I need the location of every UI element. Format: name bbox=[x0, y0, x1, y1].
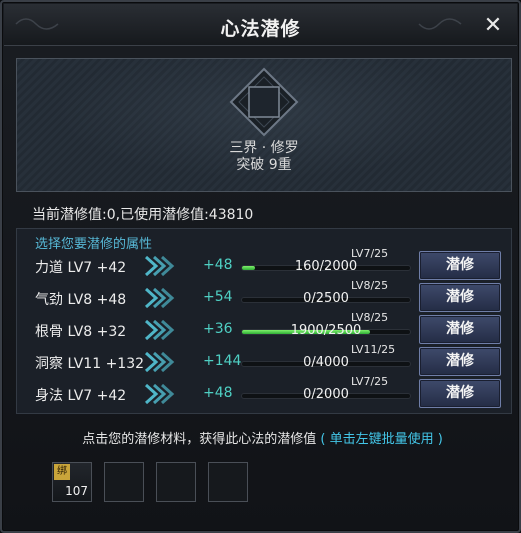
attribute-row: 根骨 LV8 +32 +36 LV8/25 1900/2500 潜修 bbox=[17, 311, 513, 345]
attribute-gain: +48 bbox=[203, 385, 233, 401]
double-chevron-icon bbox=[144, 351, 175, 373]
batch-use-hint: ( 单击左键批量使用 ) bbox=[320, 432, 443, 447]
cultivate-button[interactable]: 潜修 bbox=[419, 347, 501, 376]
empty-slot[interactable] bbox=[104, 462, 144, 502]
cultivate-button[interactable]: 潜修 bbox=[419, 251, 501, 280]
empty-slot[interactable] bbox=[208, 462, 248, 502]
double-chevron-icon bbox=[144, 383, 175, 405]
attribute-name: 洞察 LV11 +132 bbox=[35, 356, 145, 372]
ornament-icon bbox=[418, 18, 462, 30]
progress-value: 1900/2500 bbox=[290, 323, 362, 338]
attribute-row: 洞察 LV11 +132 +144 LV11/25 0/4000 潜修 bbox=[17, 343, 513, 377]
attribute-row: 气劲 LV8 +48 +54 LV8/25 0/2500 潜修 bbox=[17, 279, 513, 313]
attribute-gain: +144 bbox=[203, 353, 242, 369]
attribute-name: 根骨 LV8 +32 bbox=[35, 324, 127, 340]
attribute-gain: +36 bbox=[203, 321, 233, 337]
cultivate-button[interactable]: 潜修 bbox=[419, 315, 501, 344]
attribute-name: 力道 LV7 +42 bbox=[35, 260, 127, 276]
cultivation-window: 心法潜修 ✕ 三界 · 修罗 突破 9重 当前潜修值:0,已使用潜修值:4381… bbox=[0, 0, 521, 533]
skill-icon-frame[interactable] bbox=[229, 67, 299, 137]
attribute-row: 力道 LV7 +42 +48 LV7/25 160/2000 潜修 bbox=[17, 247, 513, 281]
empty-slot[interactable] bbox=[156, 462, 196, 502]
material-hint: 点击您的潜修材料，获得此心法的潜修值 ( 单击左键批量使用 ) bbox=[2, 428, 521, 447]
bound-badge: 绑 bbox=[54, 464, 70, 480]
cultivate-button[interactable]: 潜修 bbox=[419, 379, 501, 408]
item-count: 107 bbox=[65, 484, 88, 498]
progress-value: 0/2000 bbox=[303, 387, 349, 402]
progress-value: 160/2000 bbox=[294, 259, 358, 274]
double-chevron-icon bbox=[144, 319, 175, 341]
attribute-name: 身法 LV7 +42 bbox=[35, 388, 127, 404]
material-item[interactable]: 绑 107 bbox=[52, 462, 92, 502]
attribute-name: 气劲 LV8 +48 bbox=[35, 292, 127, 308]
cultivation-status: 当前潜修值:0,已使用潜修值:43810 bbox=[32, 207, 254, 223]
progress-value: 0/4000 bbox=[303, 355, 349, 370]
double-chevron-icon bbox=[144, 255, 175, 277]
cultivate-button[interactable]: 潜修 bbox=[419, 283, 501, 312]
double-chevron-icon bbox=[144, 287, 175, 309]
attribute-gain: +54 bbox=[203, 289, 233, 305]
skill-banner: 三界 · 修罗 突破 9重 bbox=[16, 58, 512, 192]
attribute-gain: +48 bbox=[203, 257, 233, 273]
attribute-row: 身法 LV7 +42 +48 LV7/25 0/2000 潜修 bbox=[17, 375, 513, 409]
attribute-panel: 选择您要潜修的属性 力道 LV7 +42 +48 LV7/25 160/2000… bbox=[16, 228, 512, 414]
title-bar: 心法潜修 ✕ bbox=[4, 4, 517, 46]
progress-value: 0/2500 bbox=[303, 291, 349, 306]
hint-text: 点击您的潜修材料，获得此心法的潜修值 bbox=[82, 432, 317, 447]
skill-stage: 突破 9重 bbox=[236, 157, 292, 173]
close-button[interactable]: ✕ bbox=[479, 12, 507, 40]
close-icon: ✕ bbox=[483, 13, 503, 38]
